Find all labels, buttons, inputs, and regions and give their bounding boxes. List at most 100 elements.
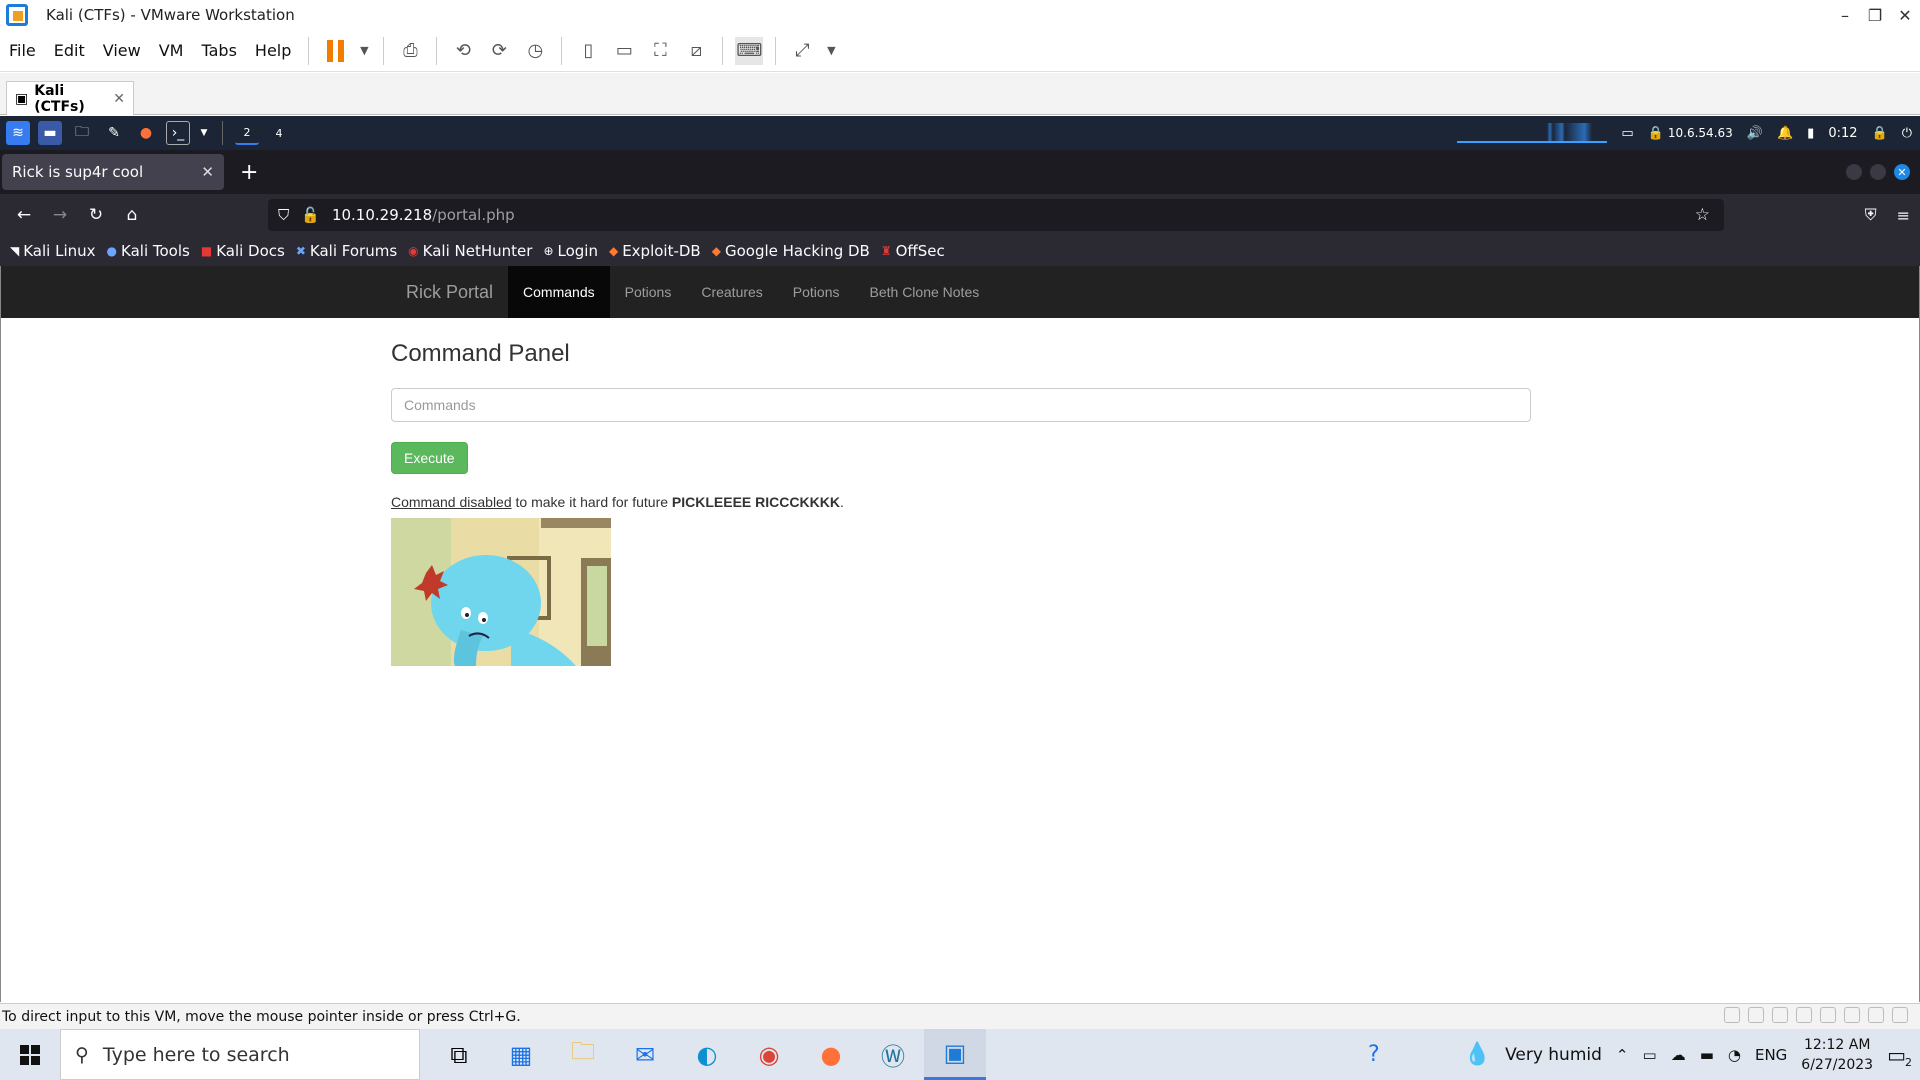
help-icon[interactable]: ? <box>1368 1042 1380 1067</box>
new-tab-icon[interactable]: + <box>240 160 258 185</box>
network-adapter-icon[interactable] <box>1772 1007 1788 1023</box>
reload-icon[interactable]: ↻ <box>78 205 114 225</box>
restore-icon[interactable]: ❐ <box>1860 0 1890 30</box>
vpn-lock-icon[interactable]: 🔒 <box>1648 126 1664 141</box>
vmware-taskbar-icon[interactable]: ▣ <box>924 1029 986 1080</box>
close-icon[interactable]: ✕ <box>1894 164 1910 180</box>
firefox-icon[interactable]: ● <box>800 1029 862 1080</box>
workspace-icon[interactable]: 2 <box>235 121 259 145</box>
minimize-icon[interactable]: – <box>1830 0 1860 30</box>
stretch-icon[interactable]: ⤢ <box>788 37 816 65</box>
sound-icon[interactable] <box>1796 1007 1812 1023</box>
back-icon[interactable]: ← <box>6 205 42 225</box>
snapshot-icon[interactable]: ⟲ <box>449 37 477 65</box>
shield-icon[interactable]: ⛉ <box>278 206 289 224</box>
library-view-icon[interactable]: ▯ <box>574 37 602 65</box>
url-bar[interactable]: ⛉ 🔓 10.10.29.218/portal.php ☆ <box>268 199 1724 231</box>
file-manager-icon[interactable]: 🗀 <box>70 121 94 145</box>
tab-kali-ctfs[interactable]: ▣ Kali (CTFs) ✕ <box>6 81 134 115</box>
bookmark-kali-nethunter[interactable]: ◉ Kali NetHunter <box>408 242 532 260</box>
thumbnail-view-icon[interactable]: ▭ <box>610 37 638 65</box>
battery-icon[interactable]: ▮ <box>1807 126 1814 141</box>
wordpress-icon[interactable]: Ⓦ <box>862 1029 924 1080</box>
chevron-down-icon[interactable]: ▼ <box>357 37 371 65</box>
onedrive-icon[interactable]: ☁ <box>1671 1046 1686 1064</box>
browser-tab[interactable]: Rick is sup4r cool ✕ <box>2 154 224 190</box>
console-view-icon[interactable]: ⌨ <box>735 36 764 65</box>
bookmark-kali-forums[interactable]: ✖ Kali Forums <box>296 242 397 260</box>
chrome-icon[interactable]: ◉ <box>738 1029 800 1080</box>
cd-icon[interactable] <box>1748 1007 1764 1023</box>
taskbar-search[interactable]: ⚲ Type here to search <box>60 1029 420 1080</box>
notifications-icon[interactable]: ▭ 2 <box>1887 1043 1912 1069</box>
maximize-icon[interactable] <box>1870 164 1886 180</box>
bookmark-google-hacking-db[interactable]: ◆ Google Hacking DB <box>712 242 870 260</box>
weather-text[interactable]: Very humid <box>1505 1045 1602 1065</box>
text-editor-icon[interactable]: ✎ <box>102 121 126 145</box>
hdd-icon[interactable] <box>1724 1007 1740 1023</box>
insecure-lock-icon[interactable]: 🔓 <box>301 206 320 224</box>
pocket-icon[interactable]: ⛨ <box>1865 205 1877 225</box>
windows-start-icon[interactable] <box>0 1029 60 1080</box>
bookmark-exploit-db[interactable]: ◆ Exploit-DB <box>609 242 701 260</box>
terminal-window-icon[interactable]: 4 <box>267 121 291 145</box>
nav-beth-clone-notes[interactable]: Beth Clone Notes <box>855 266 995 318</box>
bookmark-star-icon[interactable]: ☆ <box>1695 205 1710 225</box>
taskbar-clock[interactable]: 12:12 AM 6/27/2023 <box>1801 1035 1873 1075</box>
meet-now-icon[interactable]: ▭ <box>1643 1046 1657 1064</box>
forward-icon[interactable]: → <box>42 205 78 225</box>
bookmark-login[interactable]: ⊕ Login <box>543 242 598 260</box>
menu-vm[interactable]: VM <box>150 41 193 60</box>
menu-tabs[interactable]: Tabs <box>192 41 245 60</box>
wifi-icon[interactable]: ◔ <box>1728 1046 1741 1064</box>
send-ctrl-alt-del-icon[interactable]: ⎙ <box>396 37 424 65</box>
nav-commands[interactable]: Commands <box>508 266 610 318</box>
menu-help[interactable]: Help <box>246 41 300 60</box>
usb-icon[interactable] <box>1820 1007 1836 1023</box>
bookmark-kali-tools[interactable]: ● Kali Tools <box>107 242 190 260</box>
close-icon[interactable]: ✕ <box>1890 0 1920 30</box>
bookmark-kali-docs[interactable]: ■ Kali Docs <box>201 242 285 260</box>
bookmark-kali-linux[interactable]: ◥ Kali Linux <box>10 242 96 260</box>
revert-snapshot-icon[interactable]: ⟳ <box>485 37 513 65</box>
snapshot-manager-icon[interactable]: ◷ <box>521 37 549 65</box>
nav-potions[interactable]: Potions <box>610 266 687 318</box>
menu-view[interactable]: View <box>94 41 150 60</box>
display-icon[interactable]: ▭ <box>1621 126 1633 141</box>
language-indicator[interactable]: ENG <box>1755 1046 1787 1064</box>
nav-potions-2[interactable]: Potions <box>778 266 855 318</box>
unity-icon[interactable]: ⧄ <box>682 37 710 65</box>
chevron-up-icon[interactable]: ⌃ <box>1616 1046 1629 1064</box>
execute-button[interactable]: Execute <box>391 442 468 474</box>
menu-file[interactable]: File <box>0 41 45 60</box>
file-explorer-icon[interactable]: 🗀 <box>552 1029 614 1080</box>
printer-icon[interactable] <box>1844 1007 1860 1023</box>
pause-icon[interactable] <box>321 37 349 65</box>
edge-icon[interactable]: ◐ <box>676 1029 738 1080</box>
lock-screen-icon[interactable]: 🔒 <box>1872 126 1888 141</box>
battery-icon[interactable]: ▬ <box>1700 1046 1714 1064</box>
mail-icon[interactable]: ✉ <box>614 1029 676 1080</box>
show-desktop-icon[interactable]: ▬ <box>38 121 62 145</box>
message-icon[interactable] <box>1892 1007 1908 1023</box>
task-view-icon[interactable]: ⧉ <box>428 1029 490 1080</box>
calendar-app-icon[interactable]: ▦ <box>490 1029 552 1080</box>
menu-edit[interactable]: Edit <box>45 41 94 60</box>
notification-bell-icon[interactable]: 🔔 <box>1777 126 1793 141</box>
close-tab-icon[interactable]: ✕ <box>113 91 125 107</box>
chevron-down-icon[interactable]: ▼ <box>198 121 210 145</box>
commands-input[interactable] <box>391 388 1531 422</box>
close-tab-icon[interactable]: ✕ <box>201 163 214 181</box>
chevron-down-icon[interactable]: ▼ <box>824 37 838 65</box>
hamburger-menu-icon[interactable]: ≡ <box>1897 206 1910 225</box>
fullscreen-icon[interactable]: ⛶ <box>646 37 674 65</box>
minimize-icon[interactable] <box>1846 164 1862 180</box>
home-icon[interactable]: ⌂ <box>114 205 150 225</box>
kali-menu-icon[interactable]: ≋ <box>6 121 30 145</box>
terminal-icon[interactable]: ›_ <box>166 121 190 145</box>
bookmark-offsec[interactable]: ♜ OffSec <box>881 242 945 260</box>
display-icon[interactable] <box>1868 1007 1884 1023</box>
site-brand[interactable]: Rick Portal <box>391 282 508 303</box>
command-disabled-link[interactable]: Command disabled <box>391 494 512 510</box>
power-icon[interactable]: ⏻ <box>1902 126 1912 141</box>
